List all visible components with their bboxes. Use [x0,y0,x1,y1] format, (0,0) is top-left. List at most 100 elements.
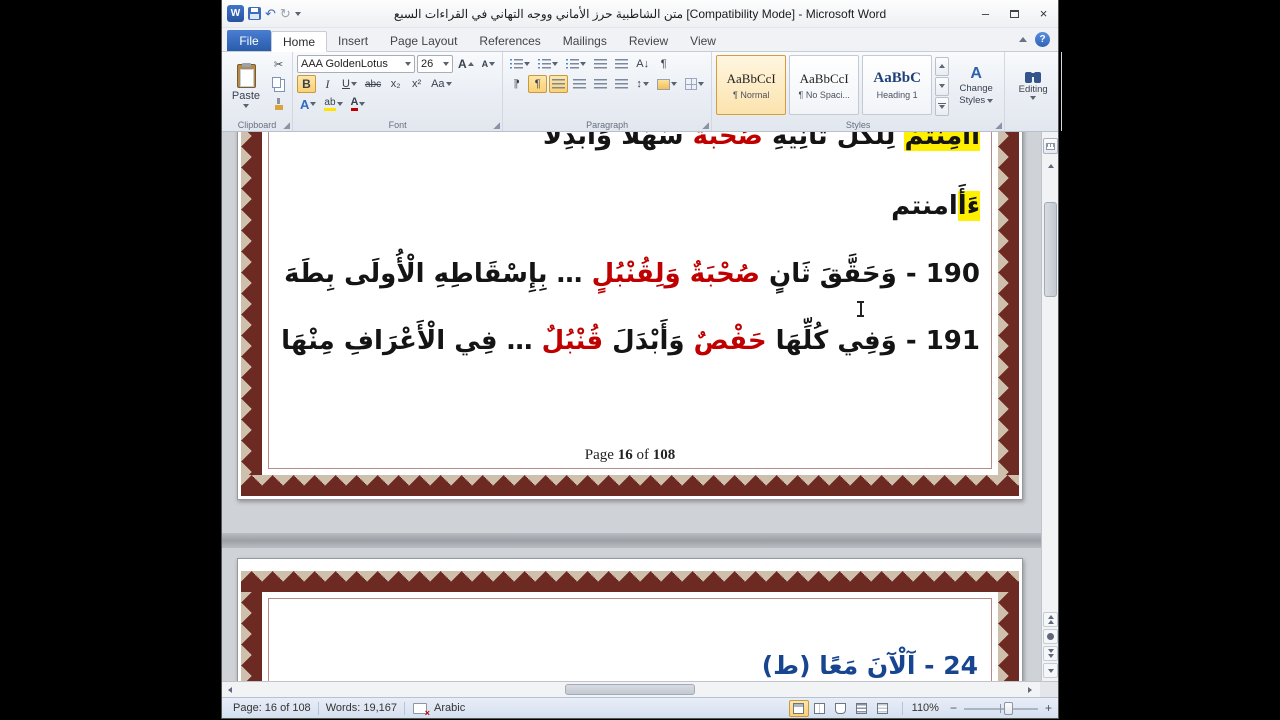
verse-separator: … [547,259,592,289]
change-styles-button[interactable]: A Change Styles [952,55,1000,117]
tab-insert[interactable]: Insert [327,30,379,51]
text-effects-button[interactable]: A [297,95,319,113]
paste-button[interactable]: Paste [226,55,266,117]
customize-qat-icon[interactable] [294,11,301,16]
redo-icon[interactable]: ↻ [280,7,291,20]
numbering-button[interactable] [535,55,561,73]
tab-references[interactable]: References [468,30,551,51]
paragraph-dialog-launcher[interactable] [702,122,710,129]
tab-file[interactable]: File [227,30,271,51]
minimize-ribbon-icon[interactable] [1019,37,1027,42]
scroll-down-button[interactable] [1043,663,1058,678]
undo-icon[interactable]: ↶ [265,7,276,20]
print-layout-view-button[interactable] [788,699,809,717]
scroll-right-button[interactable] [1022,683,1038,697]
styles-gallery-down-button[interactable] [935,76,950,96]
multilevel-list-button[interactable] [563,55,589,73]
strikethrough-button[interactable]: abc [362,75,384,93]
scroll-left-button[interactable] [222,683,238,697]
underline-button[interactable]: U [339,75,360,93]
footer-page-number: 16 [617,447,633,463]
scroll-up-button[interactable] [1043,158,1058,173]
subscript-button[interactable]: x₂ [386,75,405,93]
sort-button[interactable]: A↓ [633,55,652,73]
superscript-button[interactable]: x² [407,75,426,93]
font-dialog-launcher[interactable] [493,122,501,129]
align-right-button[interactable] [549,75,569,93]
tab-review[interactable]: Review [618,30,679,51]
text-highlight-button[interactable]: ab [321,95,345,113]
vertical-scroll-thumb[interactable] [1044,202,1057,297]
change-case-button[interactable]: Aa [428,75,454,93]
status-language[interactable]: Arabic [427,702,472,714]
font-name-combo[interactable]: AAA GoldenLotus [297,55,415,73]
tab-home[interactable]: Home [271,31,328,52]
select-browse-object-button[interactable] [1043,629,1058,644]
clipboard-dialog-launcher[interactable] [283,122,290,129]
zoom-level[interactable]: 110% [908,702,943,714]
ruler-toggle-button[interactable] [1043,138,1058,154]
styles-gallery-up-button[interactable] [935,56,950,76]
previous-page-button[interactable] [1043,612,1058,627]
styles-dialog-launcher[interactable] [995,122,1003,129]
maximize-button[interactable] [1000,4,1029,24]
shading-button[interactable] [654,75,680,93]
style-card-normal[interactable]: AaBbCcI ¶ Normal [716,55,787,115]
grow-font-button[interactable]: A [455,55,477,73]
zoom-slider-thumb[interactable] [1003,701,1013,715]
next-page-button[interactable] [1043,646,1058,661]
ltr-direction-button[interactable]: ¶ [507,75,526,93]
zoom-in-button[interactable]: + [1043,701,1054,715]
tab-mailings[interactable]: Mailings [552,30,618,51]
scrollbar-corner [1040,681,1058,697]
bullets-button[interactable] [507,55,533,73]
horizontal-scrollbar[interactable] [222,681,1040,697]
web-layout-view-button[interactable] [831,700,851,717]
minimize-button[interactable]: – [971,4,1000,24]
horizontal-scroll-thumb[interactable] [565,684,695,695]
editing-button[interactable]: Editing [1009,55,1057,117]
justify-button[interactable] [612,75,631,93]
align-left-button[interactable] [591,75,610,93]
page-text-area[interactable]: أَأَمِنتُمْ لِلْكُلِّ ثَانِيهِ صُحْبَةٌ … [278,132,982,473]
bold-button[interactable]: B [297,75,316,93]
word-app-icon[interactable]: W [227,5,244,22]
window-title: متن الشاطبية حرز الأماني ووجه التهاني في… [393,6,887,21]
shrink-font-button[interactable]: A [479,55,499,73]
italic-button[interactable]: I [318,75,337,93]
style-card-no-spacing[interactable]: AaBbCcI ¶ No Spaci... [789,55,860,115]
save-icon[interactable] [248,7,261,20]
proofing-status-icon[interactable]: × [413,702,430,718]
decrease-indent-button[interactable] [591,55,610,73]
increase-indent-button[interactable] [612,55,631,73]
draft-view-button[interactable] [873,700,893,717]
tab-page-layout[interactable]: Page Layout [379,30,468,51]
vertical-scrollbar[interactable] [1041,132,1058,681]
document-page-17[interactable]: 24 - آلْآنَ مَعًا (ط) [237,558,1023,681]
numbering-icon [538,58,552,70]
copy-button[interactable] [269,75,288,93]
document-canvas[interactable]: أَأَمِنتُمْ لِلْكُلِّ ثَانِيهِ صُحْبَةٌ … [222,132,1058,681]
styles-gallery-more-button[interactable] [935,96,950,116]
document-page-16[interactable]: أَأَمِنتُمْ لِلْكُلِّ ثَانِيهِ صُحْبَةٌ … [237,132,1023,500]
outline-view-button[interactable] [852,700,872,717]
font-color-button[interactable]: A [348,95,369,113]
zoom-out-button[interactable]: − [948,701,959,715]
borders-button[interactable] [682,75,707,93]
close-button[interactable]: × [1029,4,1058,24]
status-page-indicator[interactable]: Page: 16 of 108 [226,702,318,714]
cut-button[interactable]: ✂ [269,55,288,73]
line-spacing-button[interactable]: ↕ [633,75,652,93]
fullscreen-reading-view-button[interactable] [810,700,830,717]
show-paragraph-marks-button[interactable]: ¶ [654,55,673,73]
title-bar[interactable]: W ↶ ↻ متن الشاطبية حرز الأماني ووجه الته… [222,0,1058,28]
zoom-slider[interactable] [963,701,1038,716]
format-painter-button[interactable] [269,95,288,113]
font-size-combo[interactable]: 26 [417,55,453,73]
tab-view[interactable]: View [679,30,727,51]
style-card-heading1[interactable]: AaBbC Heading 1 [862,55,933,115]
status-word-count[interactable]: Words: 19,167 [319,702,404,714]
align-center-button[interactable] [570,75,589,93]
rtl-direction-button[interactable]: ¶ [528,75,548,93]
help-icon[interactable]: ? [1035,32,1050,47]
